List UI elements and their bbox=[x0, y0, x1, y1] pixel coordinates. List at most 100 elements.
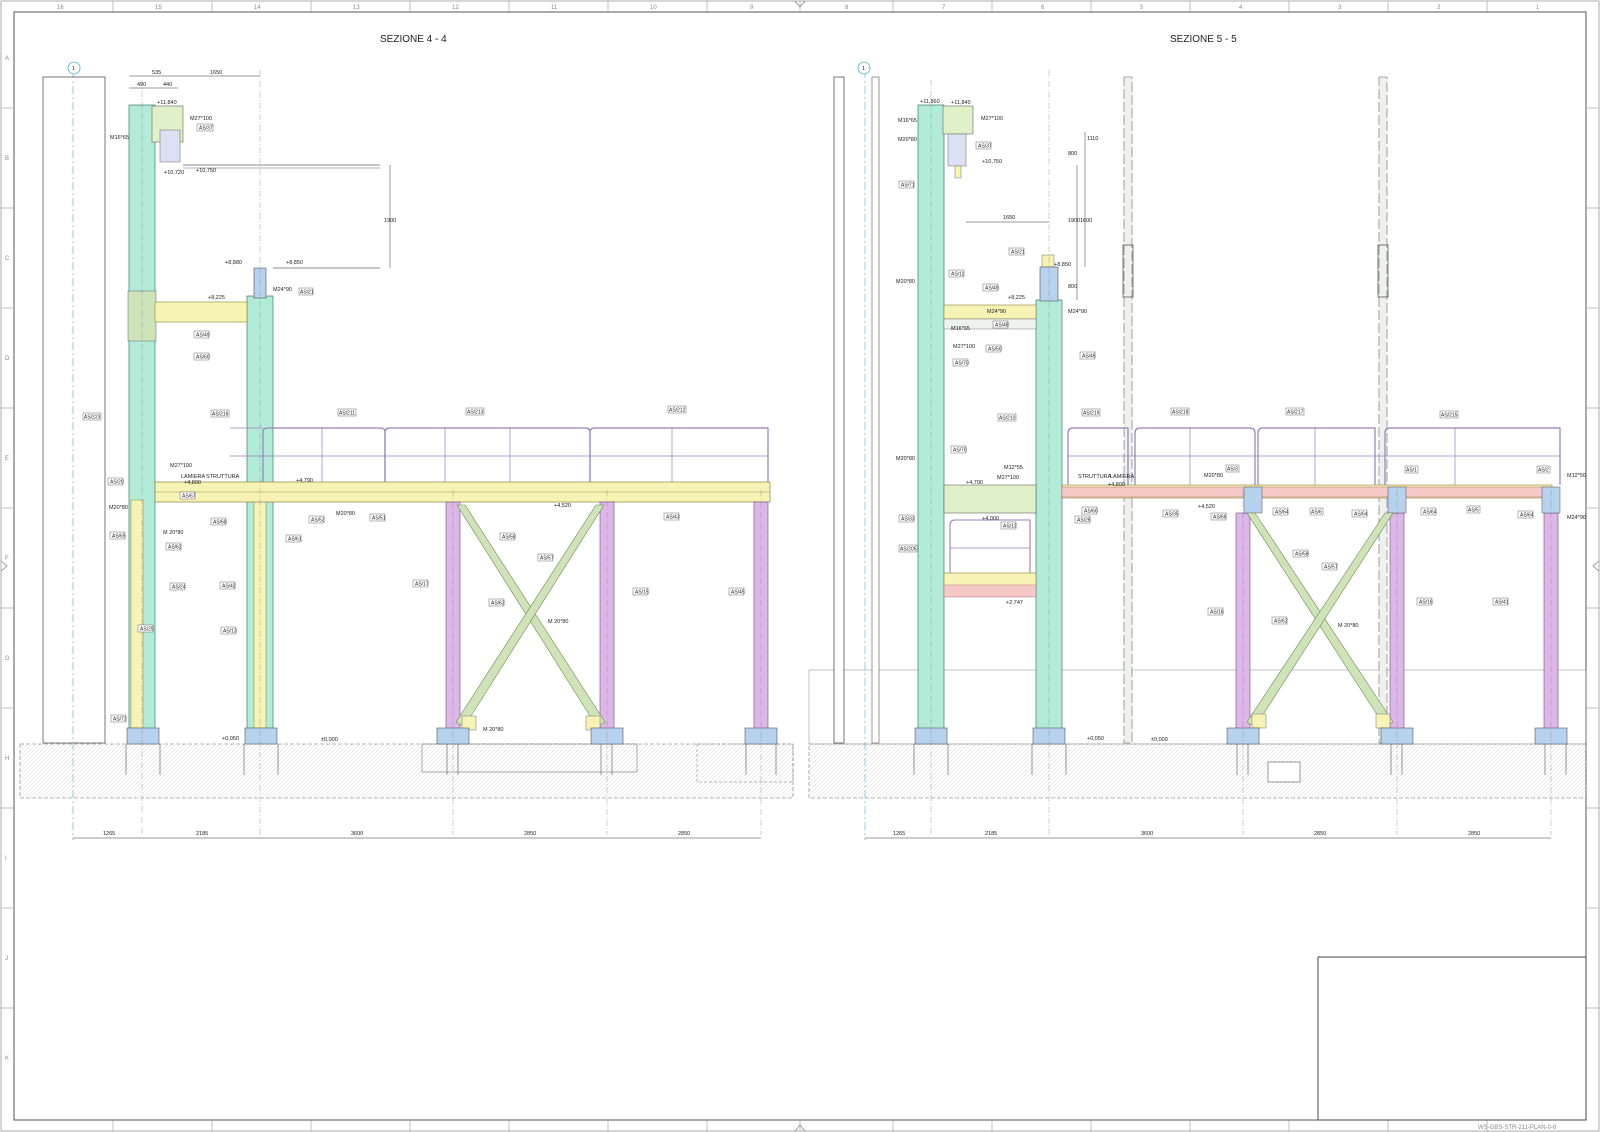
part-label: AS/21 bbox=[1011, 250, 1025, 256]
dimension-text: 490 bbox=[137, 82, 146, 88]
part-label: AS/70 bbox=[953, 448, 967, 454]
part-label: AS/61 bbox=[288, 537, 302, 543]
column-stiffener bbox=[130, 499, 144, 729]
bolt-note: M27*100 bbox=[190, 116, 212, 122]
part-label: AS/64 bbox=[1354, 512, 1368, 518]
border-col-label: 4 bbox=[1239, 5, 1243, 11]
dimension-text: 800 bbox=[1068, 151, 1077, 157]
left-drawing-title: SEZIONE 4 - 4 bbox=[380, 34, 447, 45]
part-label: AS/49 bbox=[196, 333, 210, 339]
drawing-sheet: 16 15 14 13 12 11 10 9 8 7 6 5 4 3 2 1 A… bbox=[0, 0, 1600, 1132]
vertical-pipe bbox=[1123, 76, 1133, 744]
border-row-label: H bbox=[5, 756, 9, 762]
elevation-mark: +0,050 bbox=[222, 736, 239, 742]
elevation-mark: +8,850 bbox=[286, 260, 303, 266]
elevation-mark: +4,000 bbox=[982, 516, 999, 522]
elevation-mark: +11,840 bbox=[157, 100, 177, 106]
elevation-mark: +4,800 bbox=[1108, 482, 1125, 488]
dimension-text: 2850 bbox=[524, 831, 536, 837]
dimension-text: 535 bbox=[152, 70, 161, 76]
handrail bbox=[230, 427, 769, 482]
bolt-note: M24*90 bbox=[987, 309, 1006, 315]
border-col-label: 8 bbox=[845, 5, 849, 11]
part-label: AS/58 bbox=[1295, 552, 1309, 558]
part-label: AS/64 bbox=[1520, 513, 1534, 519]
border-col-label: 16 bbox=[57, 5, 64, 11]
border-col-label: 1 bbox=[1536, 5, 1540, 11]
bolt-note: M20*80 bbox=[898, 137, 917, 143]
part-label: AS/57 bbox=[1324, 565, 1338, 571]
drawing-code: WS-GBS-STR-211-PLAN-0-8 bbox=[1478, 1125, 1557, 1131]
border-col-label: 11 bbox=[551, 5, 558, 11]
border-row-label: F bbox=[5, 556, 9, 562]
part-label: AS/64 bbox=[1423, 510, 1437, 516]
bracket-plate bbox=[159, 129, 181, 163]
border-row-label: D bbox=[5, 356, 10, 362]
dimension-text: 2850 bbox=[1314, 831, 1326, 837]
elevation-mark: +8,225 bbox=[208, 295, 225, 301]
top-cleat bbox=[942, 105, 974, 135]
part-label: AS/64 bbox=[1275, 510, 1289, 516]
part-label: AS/68 bbox=[213, 520, 227, 526]
bolt-note: M12*50 bbox=[1567, 473, 1586, 479]
part-label: AS/1 bbox=[1406, 468, 1417, 474]
border-col-label: 7 bbox=[942, 5, 946, 11]
sheet-frame: 16 15 14 13 12 11 10 9 8 7 6 5 4 3 2 1 A… bbox=[0, 0, 1600, 1132]
border-col-label: 15 bbox=[155, 5, 162, 11]
border-row-label: G bbox=[5, 656, 10, 662]
border-col-label: 13 bbox=[353, 5, 360, 11]
part-label: AS/51 bbox=[372, 516, 386, 522]
part-label: AS/50 bbox=[988, 347, 1002, 353]
right-drawing-title: SEZIONE 5 - 5 bbox=[1170, 34, 1237, 45]
dimension-text: 440 bbox=[163, 82, 172, 88]
dimension-text: 2185 bbox=[985, 831, 997, 837]
bolt-note: M20*80 bbox=[1204, 473, 1223, 479]
dimension-text: 1650 bbox=[210, 70, 222, 76]
part-label: AS/62 bbox=[1274, 619, 1288, 625]
section-4-4: 1 1265 2185 3600 2850 2850 535 490 440 1… bbox=[19, 61, 794, 840]
border-row-label: B bbox=[5, 156, 9, 162]
border-col-label: 5 bbox=[1140, 5, 1144, 11]
dimension-text: 1650 bbox=[1003, 215, 1015, 221]
bolt-note: M20*80 bbox=[896, 279, 915, 285]
part-label: AS/42 bbox=[222, 584, 236, 590]
border-col-label: 9 bbox=[750, 5, 754, 11]
part-label: AS/20 bbox=[110, 480, 124, 486]
part-label: AS/5 bbox=[1468, 508, 1479, 514]
dimension-text: 1900 bbox=[1068, 218, 1080, 224]
label-boxes bbox=[82, 123, 745, 723]
title-block bbox=[1317, 956, 1587, 1121]
part-label: AS/49 bbox=[985, 286, 999, 292]
base-plate bbox=[244, 727, 278, 745]
bolt-note: M27*100 bbox=[170, 463, 192, 469]
part-label: AS/62 bbox=[491, 601, 505, 607]
lower-platform-pink bbox=[943, 584, 1037, 598]
part-label: AS/25 bbox=[140, 627, 154, 633]
border-col-label: 2 bbox=[1437, 5, 1441, 11]
dimension-text: 3600 bbox=[1141, 831, 1153, 837]
gusset-plate bbox=[1251, 713, 1267, 729]
bolt-note: M16*65 bbox=[110, 135, 129, 141]
part-label: AS/6 bbox=[1311, 510, 1322, 516]
part-label: AS/37 bbox=[199, 126, 213, 132]
elevation-mark: +4,520 bbox=[1198, 504, 1215, 510]
bolt-note: M 20*80 bbox=[548, 619, 569, 625]
elevation-mark: +8,850 bbox=[1054, 262, 1071, 268]
part-label: AS/62 bbox=[168, 545, 182, 551]
border-col-label: 3 bbox=[1338, 5, 1342, 11]
part-label: AS/12 bbox=[1003, 524, 1017, 530]
border-col-label: 14 bbox=[254, 5, 261, 11]
dimension-text: 1600 bbox=[1080, 218, 1092, 224]
elevation-mark: +11,840 bbox=[951, 100, 971, 106]
part-label: AS/213 bbox=[467, 410, 484, 416]
part-label: AS/218 bbox=[1172, 410, 1189, 416]
part-label: AS/210 bbox=[999, 416, 1016, 422]
note-text: STRUTTURA bbox=[1078, 474, 1112, 480]
part-label: AS/66 bbox=[1213, 515, 1227, 521]
bolt-note: M20*80 bbox=[336, 511, 355, 517]
part-label: AS/219 bbox=[1083, 411, 1100, 417]
part-label: AS/223 bbox=[84, 415, 101, 421]
dimension-text: 1900 bbox=[384, 218, 396, 224]
dimension-text: 2850 bbox=[678, 831, 690, 837]
part-label: AS/216 bbox=[212, 412, 229, 418]
